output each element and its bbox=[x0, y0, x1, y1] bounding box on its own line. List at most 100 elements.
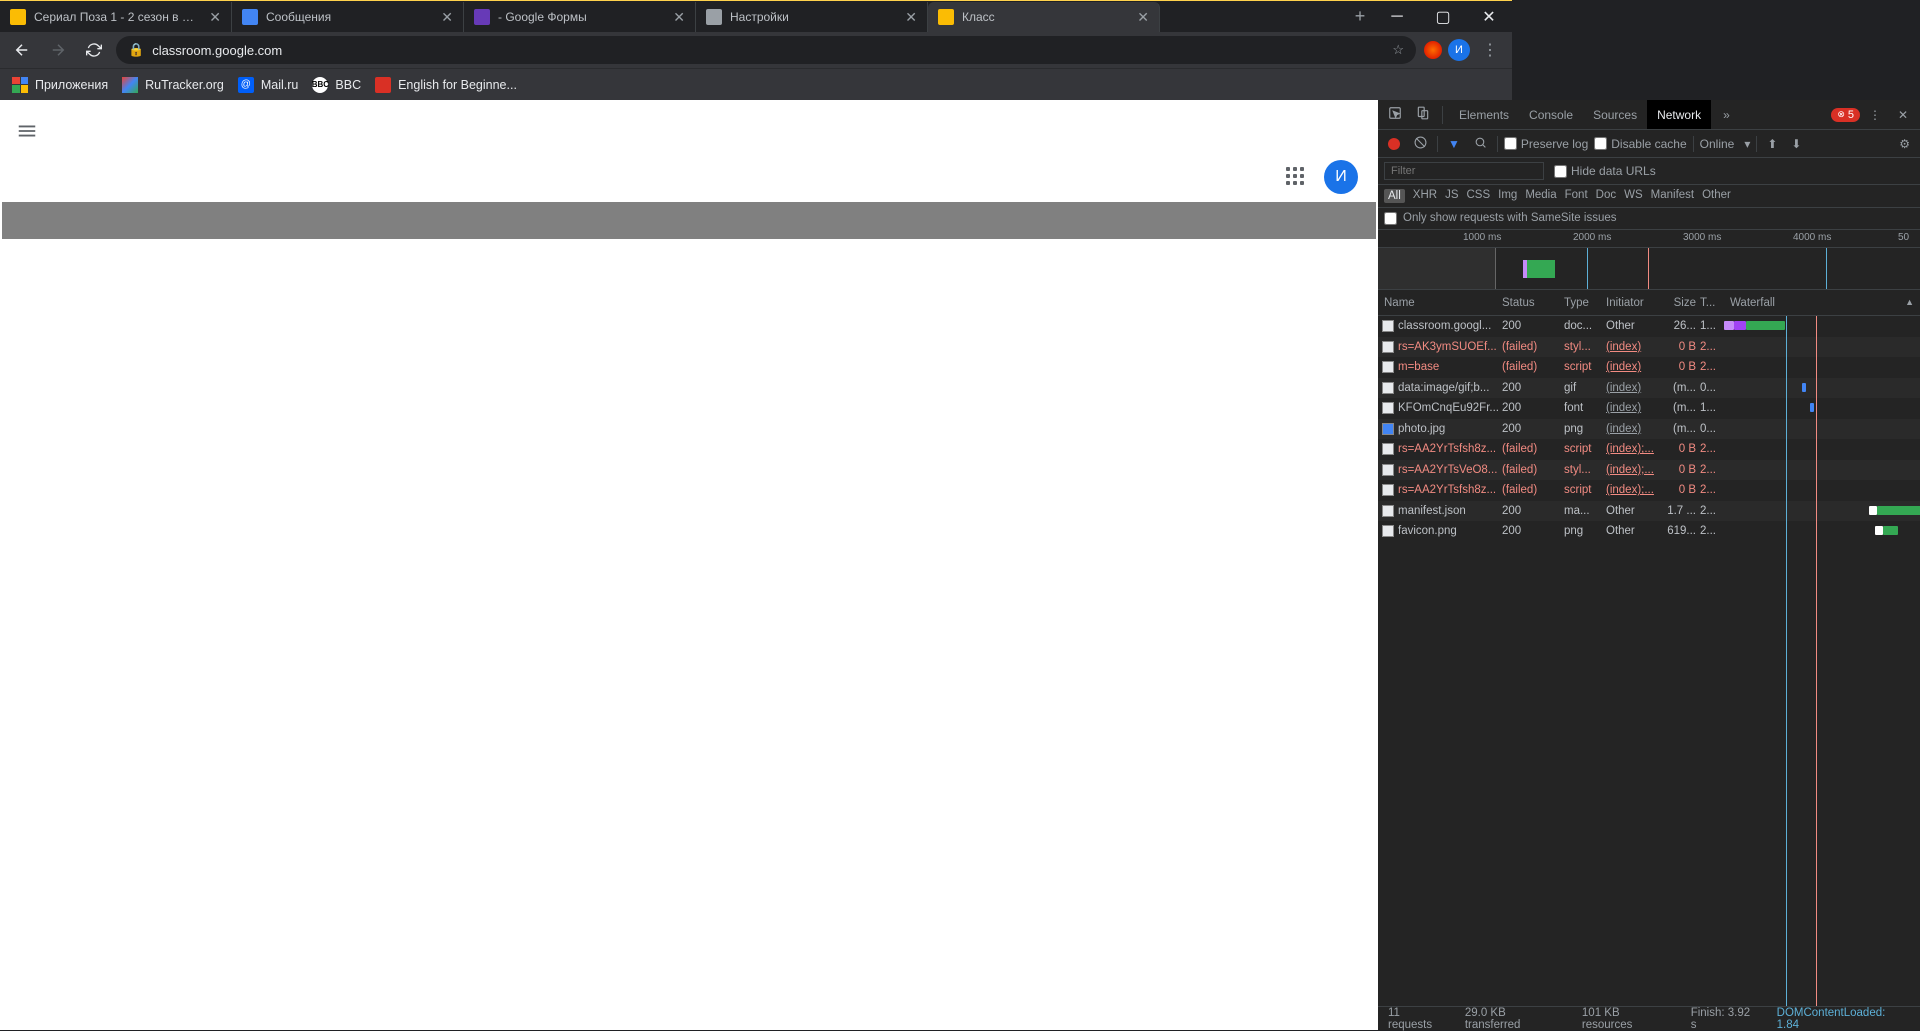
network-row[interactable]: photo.jpg 200 png (index) (m... 0... bbox=[1378, 419, 1920, 440]
type-filter-ws[interactable]: WS bbox=[1624, 189, 1643, 203]
star-icon[interactable]: ☆ bbox=[1392, 42, 1404, 58]
preserve-log-checkbox[interactable]: Preserve log bbox=[1504, 137, 1588, 151]
network-settings-icon[interactable]: ⚙ bbox=[1895, 137, 1914, 151]
tab-close-icon[interactable]: ✕ bbox=[905, 9, 917, 26]
samesite-checkbox[interactable] bbox=[1384, 212, 1397, 225]
disable-cache-checkbox[interactable]: Disable cache bbox=[1594, 137, 1686, 151]
col-type[interactable]: Type bbox=[1564, 297, 1606, 309]
throttle-select[interactable]: Online ▾ bbox=[1700, 137, 1751, 151]
timeline-tick: 3000 ms bbox=[1683, 232, 1721, 243]
tab-close-icon[interactable]: ✕ bbox=[1137, 9, 1149, 26]
cell-type: doc... bbox=[1564, 320, 1606, 332]
file-icon bbox=[1382, 423, 1394, 435]
record-button[interactable] bbox=[1384, 138, 1404, 150]
col-status[interactable]: Status bbox=[1502, 297, 1564, 309]
type-filter-other[interactable]: Other bbox=[1702, 189, 1731, 203]
devtools-tab-elements[interactable]: Elements bbox=[1449, 100, 1519, 129]
bookmark-item[interactable]: BBCBBC bbox=[312, 77, 361, 93]
cell-type: font bbox=[1564, 402, 1606, 414]
inspect-icon[interactable] bbox=[1382, 106, 1408, 123]
network-row[interactable]: manifest.json 200 ma... Other 1.7 ... 2.… bbox=[1378, 501, 1920, 522]
bookmark-item[interactable]: RuTracker.org bbox=[122, 77, 224, 93]
search-icon[interactable] bbox=[1470, 136, 1491, 152]
close-window-button[interactable]: ✕ bbox=[1466, 1, 1512, 32]
upload-har-icon[interactable]: ⬆ bbox=[1763, 137, 1781, 151]
cell-size: 0 B bbox=[1664, 341, 1700, 353]
network-row[interactable]: rs=AA2YrTsfsh8z... (failed) script (inde… bbox=[1378, 439, 1920, 460]
bookmark-item[interactable]: English for Beginne... bbox=[375, 77, 517, 93]
hamburger-menu-icon[interactable] bbox=[16, 120, 40, 144]
browser-tab[interactable]: Сериал Поза 1 - 2 сезон в HD 7...✕ bbox=[0, 2, 232, 32]
bookmark-favicon: BBC bbox=[312, 77, 328, 93]
col-time[interactable]: T... bbox=[1700, 297, 1724, 309]
filter-toggle-icon[interactable]: ▼ bbox=[1444, 137, 1464, 151]
tab-favicon bbox=[938, 9, 954, 25]
cell-name: classroom.googl... bbox=[1398, 320, 1502, 332]
devtools-tab-sources[interactable]: Sources bbox=[1583, 100, 1647, 129]
col-waterfall[interactable]: Waterfall▲ bbox=[1724, 297, 1920, 309]
bookmark-favicon bbox=[122, 77, 138, 93]
clear-button[interactable] bbox=[1410, 136, 1431, 152]
col-size[interactable]: Size bbox=[1664, 297, 1700, 309]
network-row[interactable]: KFOmCnqEu92Fr... 200 font (index) (m... … bbox=[1378, 398, 1920, 419]
tab-close-icon[interactable]: ✕ bbox=[441, 9, 453, 26]
type-filter-font[interactable]: Font bbox=[1565, 189, 1588, 203]
devtools-more-tabs[interactable]: » bbox=[1713, 100, 1740, 129]
tab-close-icon[interactable]: ✕ bbox=[673, 9, 685, 26]
network-row[interactable]: rs=AA2YrTsfsh8z... (failed) script (inde… bbox=[1378, 480, 1920, 501]
back-button[interactable] bbox=[8, 36, 36, 64]
network-table-header[interactable]: Name Status Type Initiator Size T... Wat… bbox=[1378, 290, 1920, 316]
cell-waterfall bbox=[1724, 378, 1920, 399]
network-row[interactable]: rs=AA2YrTsVeO8... (failed) styl... (inde… bbox=[1378, 460, 1920, 481]
tab-close-icon[interactable]: ✕ bbox=[209, 9, 221, 26]
device-toggle-icon[interactable] bbox=[1410, 106, 1436, 123]
samesite-label: Only show requests with SameSite issues bbox=[1403, 212, 1616, 225]
error-count-badge[interactable]: ⊗5 bbox=[1831, 108, 1860, 122]
type-filter-media[interactable]: Media bbox=[1525, 189, 1556, 203]
account-avatar[interactable]: И bbox=[1324, 160, 1358, 194]
reload-button[interactable] bbox=[80, 36, 108, 64]
profile-avatar[interactable]: И bbox=[1448, 39, 1470, 61]
bookmark-item[interactable]: @Mail.ru bbox=[238, 77, 299, 93]
cell-time: 0... bbox=[1700, 382, 1724, 394]
network-row[interactable]: classroom.googl... 200 doc... Other 26..… bbox=[1378, 316, 1920, 337]
type-filter-img[interactable]: Img bbox=[1498, 189, 1517, 203]
filter-input[interactable] bbox=[1384, 162, 1544, 180]
type-filter-css[interactable]: CSS bbox=[1466, 189, 1490, 203]
col-initiator[interactable]: Initiator bbox=[1606, 297, 1664, 309]
forward-button[interactable] bbox=[44, 36, 72, 64]
omnibox[interactable]: 🔒 classroom.google.com ☆ bbox=[116, 36, 1416, 64]
type-filter-doc[interactable]: Doc bbox=[1596, 189, 1616, 203]
download-har-icon[interactable]: ⬇ bbox=[1787, 137, 1805, 151]
cell-name: photo.jpg bbox=[1398, 423, 1502, 435]
maximize-button[interactable]: ▢ bbox=[1420, 1, 1466, 32]
cell-type: png bbox=[1564, 525, 1606, 537]
network-row[interactable]: data:image/gif;b... 200 gif (index) (m..… bbox=[1378, 378, 1920, 399]
devtools-tab-console[interactable]: Console bbox=[1519, 100, 1583, 129]
extension-icon[interactable] bbox=[1424, 41, 1442, 59]
browser-tab[interactable]: Настройки✕ bbox=[696, 2, 928, 32]
file-icon bbox=[1382, 525, 1394, 537]
hide-data-urls-checkbox[interactable]: Hide data URLs bbox=[1554, 164, 1656, 178]
browser-tab[interactable]: - Google Формы✕ bbox=[464, 2, 696, 32]
new-tab-button[interactable]: + bbox=[1346, 1, 1374, 32]
devtools-settings-icon[interactable]: ⋮ bbox=[1862, 108, 1888, 122]
network-row[interactable]: rs=AK3ymSUOEf... (failed) styl... (index… bbox=[1378, 337, 1920, 358]
col-name[interactable]: Name bbox=[1378, 297, 1502, 309]
browser-menu-button[interactable]: ⋮ bbox=[1476, 36, 1504, 64]
devtools-tab-network[interactable]: Network bbox=[1647, 100, 1711, 129]
browser-tab[interactable]: Класс✕ bbox=[928, 2, 1160, 32]
network-timeline[interactable]: 1000 ms2000 ms3000 ms4000 ms50 bbox=[1378, 230, 1920, 290]
google-apps-icon[interactable] bbox=[1286, 167, 1306, 187]
type-filter-all[interactable]: All bbox=[1384, 189, 1405, 203]
network-row[interactable]: m=base (failed) script (index) 0 B 2... bbox=[1378, 357, 1920, 378]
bookmark-item[interactable]: Приложения bbox=[12, 77, 108, 93]
network-row[interactable]: favicon.png 200 png Other 619... 2... bbox=[1378, 521, 1920, 542]
browser-tab[interactable]: Сообщения✕ bbox=[232, 2, 464, 32]
type-filter-js[interactable]: JS bbox=[1445, 189, 1458, 203]
minimize-button[interactable]: ─ bbox=[1374, 1, 1420, 32]
devtools-close-icon[interactable]: ✕ bbox=[1890, 108, 1916, 122]
type-filter-xhr[interactable]: XHR bbox=[1413, 189, 1437, 203]
type-filter-manifest[interactable]: Manifest bbox=[1651, 189, 1694, 203]
file-icon bbox=[1382, 443, 1394, 455]
